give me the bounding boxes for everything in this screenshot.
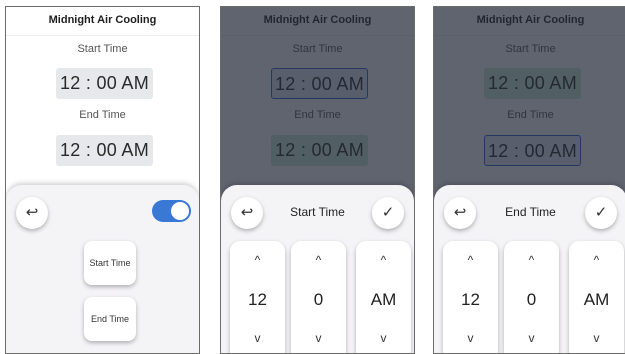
minute-column: ^ 0 v	[291, 241, 346, 353]
hour-value: 12	[461, 290, 480, 309]
hour-column: ^ 12 v	[443, 241, 498, 353]
minute-down-icon[interactable]: v	[291, 331, 346, 345]
period-column: ^ AM v	[569, 241, 624, 353]
start-time-button[interactable]: Start Time	[84, 241, 136, 285]
page-title: Midnight Air Cooling	[6, 7, 199, 36]
time-picker-sheet: ↩ End Time ✓ ^ 12 v ^ 0 v ^ AM v	[434, 185, 625, 353]
enable-toggle[interactable]	[152, 200, 191, 222]
hour-up-icon[interactable]: ^	[443, 253, 498, 267]
minute-value: 0	[526, 290, 537, 309]
bottom-sheet: ↩ Start Time End Time	[6, 185, 199, 353]
start-time-display[interactable]: 12 : 00 AM	[56, 68, 153, 99]
back-arrow-icon: ↩	[453, 204, 467, 221]
minute-column: ^ 0 v	[504, 241, 559, 353]
check-icon: ✓	[381, 204, 395, 221]
period-column: ^ AM v	[356, 241, 411, 353]
hour-column: ^ 12 v	[230, 241, 285, 353]
confirm-button[interactable]: ✓	[372, 197, 404, 229]
confirm-button[interactable]: ✓	[585, 197, 617, 229]
back-arrow-icon: ↩	[25, 204, 39, 221]
end-time-display[interactable]: 12 : 00 AM	[56, 135, 153, 166]
screen-start-picker: Midnight Air Cooling Start Time 12 : 00 …	[220, 6, 415, 354]
period-value: AM	[583, 290, 610, 309]
screen-end-picker: Midnight Air Cooling Start Time 12 : 00 …	[433, 6, 625, 354]
back-arrow-icon: ↩	[240, 204, 254, 221]
period-value: AM	[370, 290, 397, 309]
hour-value: 12	[248, 290, 267, 309]
end-time-button[interactable]: End Time	[84, 297, 136, 341]
period-up-icon[interactable]: ^	[356, 253, 411, 267]
end-time-label: End Time	[79, 109, 126, 121]
hour-up-icon[interactable]: ^	[230, 253, 285, 267]
back-button[interactable]: ↩	[16, 197, 48, 229]
toggle-knob	[171, 202, 189, 220]
minute-up-icon[interactable]: ^	[504, 253, 559, 267]
screen-settings: Midnight Air Cooling Start Time 12 : 00 …	[5, 6, 200, 354]
minute-down-icon[interactable]: v	[504, 331, 559, 345]
period-up-icon[interactable]: ^	[569, 253, 624, 267]
check-icon: ✓	[594, 204, 608, 221]
picker-title: Start Time	[290, 205, 345, 219]
back-button[interactable]: ↩	[444, 197, 476, 229]
picker-title: End Time	[505, 205, 556, 219]
period-down-icon[interactable]: v	[356, 331, 411, 345]
hour-down-icon[interactable]: v	[443, 331, 498, 345]
minute-up-icon[interactable]: ^	[291, 253, 346, 267]
back-button[interactable]: ↩	[231, 197, 263, 229]
minute-value: 0	[313, 290, 324, 309]
hour-down-icon[interactable]: v	[230, 331, 285, 345]
time-picker-sheet: ↩ Start Time ✓ ^ 12 v ^ 0 v ^ AM v	[221, 185, 414, 353]
start-time-label: Start Time	[77, 43, 128, 55]
period-down-icon[interactable]: v	[569, 331, 624, 345]
